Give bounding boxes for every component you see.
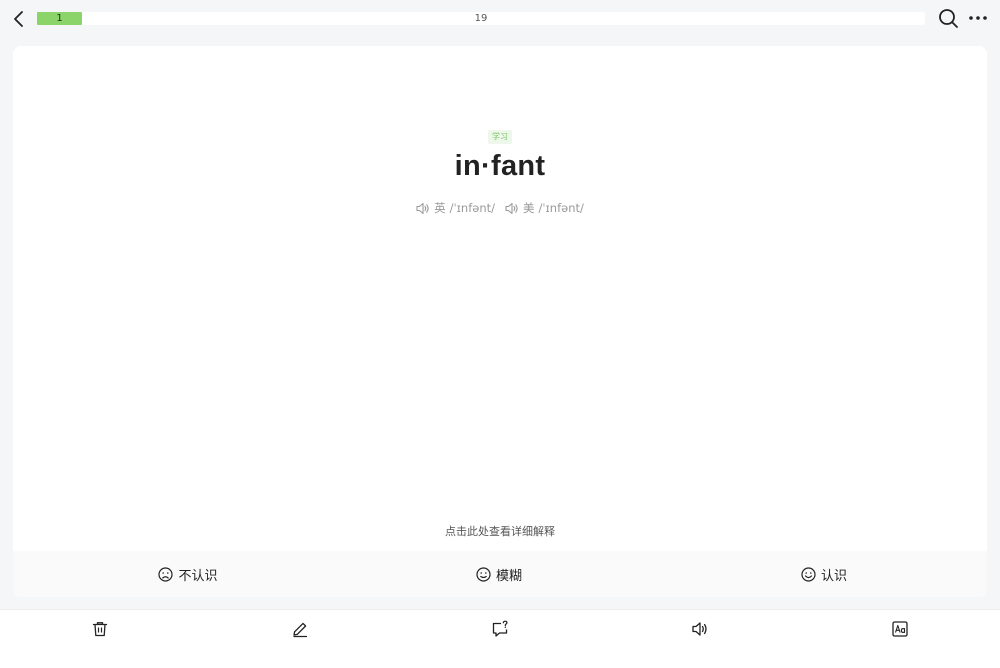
more-button[interactable] <box>968 10 988 26</box>
rate-fuzzy-label: 模糊 <box>495 568 522 584</box>
show-details-hint[interactable]: 点击此处查看详细解释 <box>13 523 987 539</box>
rate-fuzzy-button[interactable]: 模糊 <box>399 551 599 597</box>
progress-total: 19 <box>474 13 488 24</box>
study-tag: 学习 <box>488 130 512 144</box>
phonetic-uk[interactable]: 英 /ˈɪnfənt/ <box>416 199 495 217</box>
progress-current: 1 <box>56 13 63 24</box>
search-icon <box>939 9 958 28</box>
phonetic-ipa: /ˈɪnfənt/ <box>538 201 584 215</box>
font-size-button[interactable] <box>891 620 911 640</box>
font-size-icon <box>892 621 908 637</box>
trash-icon <box>92 622 108 637</box>
phonetic-region: 英 <box>434 201 446 215</box>
phonetics-row: 英 /ˈɪnfənt/ 美 /ˈɪnfənt/ <box>13 199 987 217</box>
rate-known-button[interactable]: 认识 <box>724 551 924 597</box>
phonetic-us[interactable]: 美 /ˈɪnfənt/ <box>505 199 584 217</box>
neutral-face-icon <box>476 566 491 582</box>
back-button[interactable] <box>10 9 28 29</box>
edit-button[interactable] <box>291 620 311 640</box>
rating-bar: 不认识 模糊 认识 <box>13 551 987 597</box>
phonetic-ipa: /ˈɪnfənt/ <box>449 201 495 215</box>
pronounce-button[interactable] <box>691 620 711 640</box>
chevron-left-icon <box>14 11 23 27</box>
smile-face-icon <box>801 566 816 582</box>
more-horizontal-icon <box>969 16 987 20</box>
top-bar: 19 1 <box>0 0 1000 38</box>
speaker-icon <box>505 202 518 214</box>
speaker-icon <box>416 202 429 214</box>
speaker-icon <box>692 622 707 636</box>
word-card: 学习 in·fant 英 /ˈɪnfənt/ 美 /ˈɪnfənt/ 点击此处查… <box>13 46 987 597</box>
rate-unknown-button[interactable]: 不认识 <box>88 551 288 597</box>
rate-known-label: 认识 <box>820 568 847 584</box>
bottom-toolbar <box>0 609 1000 668</box>
feedback-button[interactable] <box>491 620 511 640</box>
progress-bar: 19 1 <box>37 12 925 25</box>
headword: in·fant <box>454 150 546 182</box>
phonetic-region: 美 <box>523 201 535 215</box>
search-button[interactable] <box>938 8 959 29</box>
question-chat-icon <box>492 620 508 637</box>
rate-unknown-label: 不认识 <box>178 568 218 584</box>
pencil-icon <box>293 622 308 638</box>
sad-face-icon <box>158 566 174 582</box>
delete-button[interactable] <box>91 620 111 640</box>
